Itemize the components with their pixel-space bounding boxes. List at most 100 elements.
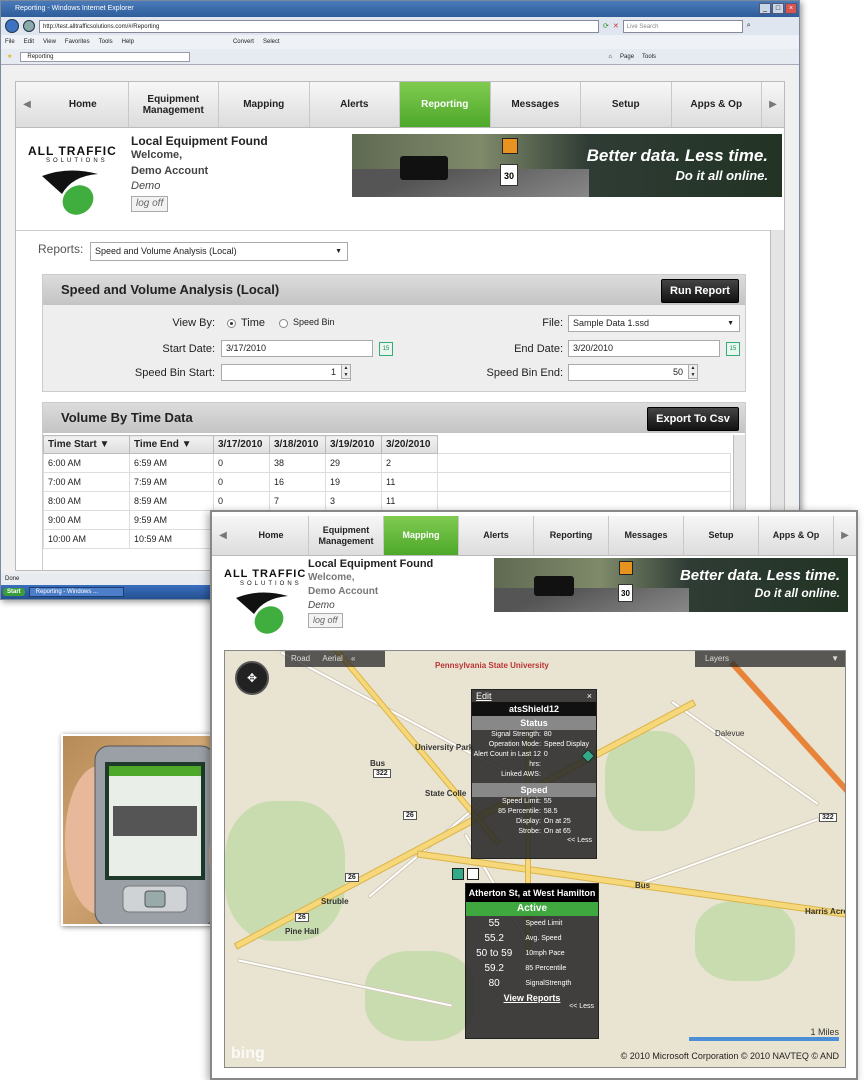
export-csv-button[interactable]: Export To Csv: [647, 407, 739, 431]
favorites-star-icon[interactable]: ★: [7, 53, 12, 60]
nav-mapping[interactable]: Mapping: [219, 82, 310, 127]
map-label: State Colle: [425, 789, 467, 798]
shield-marker-icon[interactable]: [467, 868, 479, 880]
column-header[interactable]: Time End ▼: [129, 435, 214, 454]
nav-alerts[interactable]: Alerts: [459, 516, 534, 555]
less-link[interactable]: << Less: [466, 1003, 598, 1010]
logoff-button[interactable]: log off: [131, 196, 169, 212]
chevron-down-icon[interactable]: ▼: [831, 651, 839, 667]
menu-view[interactable]: View: [43, 39, 56, 45]
file-label: File:: [542, 317, 563, 329]
stat-label: 59.2: [484, 963, 504, 974]
search-input[interactable]: Live Search: [622, 19, 743, 33]
stat-value: SignalStrength: [525, 980, 572, 987]
view-by-label: View By:: [172, 317, 215, 329]
map-view[interactable]: Pennsylvania State University University…: [224, 650, 846, 1068]
nav-reporting[interactable]: Reporting: [534, 516, 609, 555]
table-cell: 11: [381, 491, 438, 511]
menu-file[interactable]: File: [5, 39, 15, 45]
nav-equipment-management[interactable]: Equipment Management: [129, 82, 219, 127]
close-icon[interactable]: ×: [587, 691, 592, 701]
nav-setup[interactable]: Setup: [581, 82, 672, 127]
table-row[interactable]: 6:00 AM 6:59 AM 0 38 29 2: [43, 453, 731, 473]
refresh-icon[interactable]: ⟳: [603, 22, 609, 30]
column-header[interactable]: Time Start ▼: [43, 435, 130, 454]
device-marker-icon[interactable]: [452, 868, 464, 880]
nav-messages[interactable]: Messages: [491, 82, 581, 127]
route-shield: 322: [373, 769, 391, 778]
filter-icon[interactable]: ▼: [100, 439, 110, 450]
address-input[interactable]: http://test.alltrafficsolutions.com/#/Re…: [39, 19, 599, 33]
column-header[interactable]: 3/19/2010: [325, 435, 382, 454]
close-button[interactable]: ×: [785, 3, 797, 14]
table-cell-empty: [437, 491, 731, 511]
speed-bin-start-stepper[interactable]: ▲ ▼: [341, 364, 351, 379]
menu-help[interactable]: Help: [122, 39, 134, 45]
menu-favorites[interactable]: Favorites: [65, 39, 90, 45]
end-date-calendar-icon[interactable]: 15: [726, 342, 740, 356]
nav-apps[interactable]: Apps & Op: [759, 516, 834, 555]
banner-image: 30 Better data. Less time. Do it all onl…: [352, 134, 782, 197]
search-icon[interactable]: ⌕: [747, 22, 751, 30]
nav-alerts[interactable]: Alerts: [310, 82, 400, 127]
report-select[interactable]: Speed and Volume Analysis (Local) ▼: [90, 242, 348, 261]
nav-right-arrow-icon[interactable]: ▶: [834, 516, 856, 555]
nav-messages[interactable]: Messages: [609, 516, 684, 555]
page-menu[interactable]: Page: [620, 54, 634, 60]
convert-button[interactable]: Convert: [233, 39, 254, 45]
taskbar-item[interactable]: Reporting - Windows ...: [28, 587, 124, 597]
table-row[interactable]: 7:00 AM 7:59 AM 0 16 19 11: [43, 472, 731, 492]
table-row[interactable]: 8:00 AM 8:59 AM 0 7 3 11: [43, 491, 731, 511]
menu-edit[interactable]: Edit: [24, 39, 34, 45]
speed-bin-end-stepper[interactable]: ▲ ▼: [688, 364, 698, 379]
start-date-calendar-icon[interactable]: 15: [379, 342, 393, 356]
logoff-button[interactable]: log off: [308, 613, 343, 628]
back-button[interactable]: [5, 19, 19, 33]
view-reports-link[interactable]: View Reports: [466, 993, 598, 1003]
view-by-speed-bin-radio[interactable]: [279, 319, 288, 328]
filter-icon[interactable]: ▼: [182, 439, 192, 450]
nav-mapping[interactable]: Mapping: [384, 516, 459, 555]
speed-bin-start-input[interactable]: 1 ▲ ▼: [221, 364, 351, 381]
route-shield: 322: [819, 813, 837, 822]
view-by-time-radio[interactable]: [227, 319, 236, 328]
nav-left-arrow-icon[interactable]: ◀: [16, 82, 38, 127]
home-icon[interactable]: ⌂: [608, 54, 612, 60]
speed-bin-end-input[interactable]: 50 ▲ ▼: [568, 364, 698, 381]
start-date-input[interactable]: 3/17/2010: [221, 340, 373, 357]
stat-row: Alert Count in Last 12 hrs: 0: [472, 750, 596, 770]
minimize-button[interactable]: _: [759, 3, 771, 14]
browser-tab[interactable]: Reporting: [20, 51, 191, 62]
column-header[interactable]: 3/17/2010: [213, 435, 270, 454]
menu-tools[interactable]: Tools: [99, 39, 113, 45]
map-pan-control[interactable]: ✥: [235, 661, 269, 695]
road-view-button[interactable]: Road: [291, 654, 310, 663]
nav-left-arrow-icon[interactable]: ◀: [212, 516, 234, 555]
column-header[interactable]: 3/18/2010: [269, 435, 326, 454]
select-button[interactable]: Select: [263, 39, 280, 45]
nav-home[interactable]: Home: [38, 82, 129, 127]
nav-right-arrow-icon[interactable]: ▶: [762, 82, 784, 127]
end-date-input[interactable]: 3/20/2010: [568, 340, 720, 357]
column-header[interactable]: 3/20/2010: [381, 435, 438, 454]
nav-equipment-management[interactable]: Equipment Management: [309, 516, 384, 555]
stop-icon[interactable]: ✕: [613, 22, 619, 30]
nav-reporting[interactable]: Reporting: [400, 82, 491, 127]
aerial-view-button[interactable]: Aerial: [322, 654, 342, 663]
tools-menu[interactable]: Tools: [642, 54, 656, 60]
reporting-page: ◀ Home Equipment Management Mapping Aler…: [15, 81, 785, 571]
start-button[interactable]: Start: [3, 588, 25, 596]
nav-home[interactable]: Home: [234, 516, 309, 555]
nav-apps[interactable]: Apps & Op: [672, 82, 762, 127]
edit-link[interactable]: Edit: [476, 691, 492, 701]
nav-setup[interactable]: Setup: [684, 516, 759, 555]
table-cell: 16: [269, 472, 326, 492]
less-link[interactable]: << Less: [472, 837, 596, 844]
forward-button[interactable]: [23, 20, 35, 32]
collapse-icon[interactable]: «: [351, 654, 355, 663]
file-select[interactable]: Sample Data 1.ssd ▼: [568, 315, 740, 332]
layers-button[interactable]: Layers: [705, 654, 729, 663]
panel-title-text: Speed and Volume Analysis (Local): [61, 282, 280, 297]
run-report-button[interactable]: Run Report: [661, 279, 739, 303]
maximize-button[interactable]: □: [772, 3, 784, 14]
